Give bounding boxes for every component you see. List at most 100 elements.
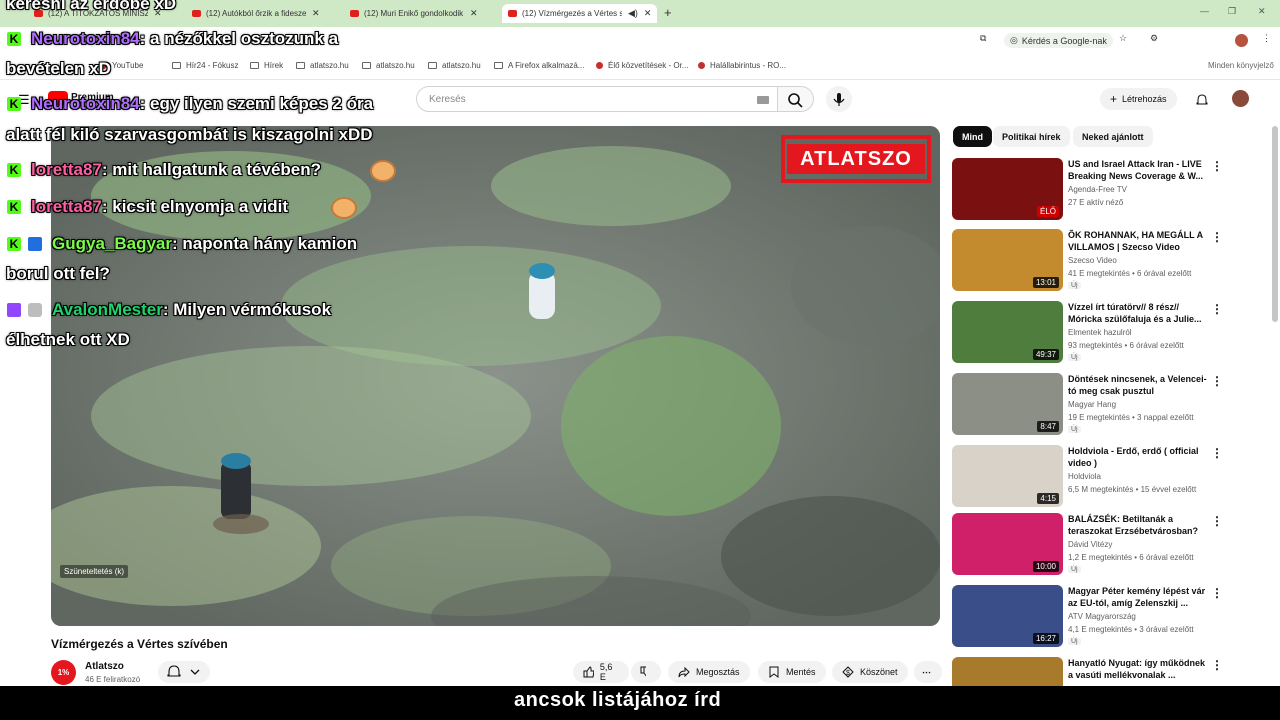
more-actions-button[interactable]: ⋯ — [914, 661, 942, 683]
chat-message-continuation: borul ott fel? — [6, 264, 110, 283]
chat-message-continuation: alatt fél kiló szarvasgombát is kiszagol… — [6, 125, 373, 144]
bookmark-item[interactable]: atlatszo.hu — [428, 61, 481, 70]
video-thumbnail[interactable] — [952, 657, 1063, 686]
video-thumbnail[interactable]: 4:15 — [952, 445, 1063, 507]
subscribed-notifications-button[interactable] — [158, 661, 210, 683]
more-vertical-icon[interactable]: ⋮ — [1211, 658, 1223, 672]
recommendation-item[interactable]: 16:27 Magyar Péter kemény lépést vár az … — [952, 585, 1272, 649]
thumbs-down-icon — [640, 666, 646, 677]
recommendation-item[interactable]: 13:01 ÕK ROHANNAK, HA MEGÁLL A VILLAMOS … — [952, 229, 1272, 293]
more-vertical-icon[interactable]: ⋮ — [1211, 446, 1223, 460]
close-tab-icon[interactable]: ✕ — [312, 8, 320, 19]
recommendation-channel[interactable]: Dávid Vitézy — [1068, 540, 1112, 549]
recommendation-title[interactable]: Holdviola - Erdő, erdő ( official video … — [1068, 445, 1208, 469]
search-button[interactable] — [778, 86, 814, 112]
create-label: Létrehozás — [1122, 94, 1167, 104]
chat-text: : a nézőkkel osztozunk a — [139, 29, 339, 48]
chat-text: : Milyen vérmókusok — [162, 300, 332, 319]
video-thumbnail[interactable]: 13:01 — [952, 229, 1063, 291]
video-thumbnail[interactable]: 16:27 — [952, 585, 1063, 647]
bookmark-item[interactable]: atlatszo.hu — [296, 61, 349, 70]
recommendation-title[interactable]: Hanyatló Nyugat: így működnek a vasúti m… — [1068, 657, 1208, 681]
kick-badge-icon: K — [7, 163, 21, 177]
account-avatar[interactable] — [1232, 90, 1249, 107]
chip-recommended[interactable]: Neked ajánlott — [1073, 126, 1153, 147]
recommendation-title[interactable]: Magyar Péter kemény lépést vár az EU-tól… — [1068, 585, 1208, 609]
recommendation-item[interactable]: Hanyatló Nyugat: így működnek a vasúti m… — [952, 657, 1272, 686]
recommendation-title[interactable]: ÕK ROHANNAK, HA MEGÁLL A VILLAMOS | Szec… — [1068, 229, 1208, 253]
browser-tab-active[interactable]: (12) Vízmérgezés a Vértes szí ◀) ✕ — [502, 4, 658, 23]
recommendation-title[interactable]: BALÁZSÉK: Betiltanák a teraszokat Erzséb… — [1068, 513, 1208, 537]
close-window-icon[interactable]: ✕ — [1258, 6, 1266, 17]
recommendation-item[interactable]: ÉLŐ US and Israel Attack Iran - LIVE Bre… — [952, 158, 1272, 222]
chat-message-continuation: élhetnek ott XD — [6, 330, 130, 349]
recommendation-channel[interactable]: Agenda-Free TV — [1068, 185, 1127, 194]
maximize-icon[interactable]: ❐ — [1228, 6, 1236, 17]
close-tab-icon[interactable]: ✕ — [470, 8, 478, 19]
recommendation-channel[interactable]: Magyar Hang — [1068, 400, 1116, 409]
keyboard-icon[interactable] — [757, 96, 769, 104]
share-button[interactable]: Megosztás — [668, 661, 750, 683]
all-bookmarks-link[interactable]: Minden könyvjelző — [1208, 61, 1274, 70]
chip-all[interactable]: Mind — [953, 126, 992, 147]
bookmark-item[interactable]: Hírek — [250, 61, 283, 70]
chat-username: loretta87 — [31, 197, 102, 216]
recommendation-channel[interactable]: Holdviola — [1068, 472, 1101, 481]
browser-tab[interactable]: (12) Muri Enikő gondolkodik - Y ✕ — [344, 4, 484, 23]
video-thumbnail[interactable]: 49:37 — [952, 301, 1063, 363]
new-tab-icon[interactable]: + — [664, 5, 672, 20]
bookmark-label: Hír24 - Fókusz — [186, 61, 239, 70]
bookmark-item[interactable]: Halállabirintus - RO... — [698, 61, 786, 70]
recommendation-item[interactable]: 49:37 Vízzel írt túratörv// 8 rész// Mór… — [952, 301, 1272, 365]
search-input[interactable]: Keresés — [416, 86, 778, 112]
save-button[interactable]: Mentés — [758, 661, 826, 683]
more-vertical-icon[interactable]: ⋮ — [1211, 159, 1223, 173]
browser-profile-avatar[interactable] — [1235, 34, 1248, 47]
recommendation-channel[interactable]: ATV Magyarország — [1068, 612, 1136, 621]
like-button[interactable]: 5,6 E — [573, 661, 629, 683]
voice-search-button[interactable] — [826, 86, 852, 112]
notifications-bell-icon[interactable] — [1196, 93, 1208, 111]
recommendation-title[interactable]: Döntések nincsenek, a Velencei-tó meg cs… — [1068, 373, 1208, 397]
more-vertical-icon[interactable]: ⋮ — [1211, 374, 1223, 388]
channel-avatar[interactable]: 1% — [51, 660, 76, 685]
more-vertical-icon[interactable]: ⋮ — [1211, 302, 1223, 316]
more-vertical-icon[interactable]: ⋮ — [1211, 514, 1223, 528]
chat-message: loretta87: kicsit elnyomja a vidit — [31, 197, 288, 217]
thanks-button[interactable]: $ Köszönet — [832, 661, 908, 683]
recommendation-item[interactable]: 10:00 BALÁZSÉK: Betiltanák a teraszokat … — [952, 513, 1272, 577]
more-vertical-icon[interactable]: ⋮ — [1211, 586, 1223, 600]
speaker-icon[interactable]: ◀) — [628, 8, 638, 19]
bookmark-item[interactable]: Hír24 - Fókusz — [172, 61, 238, 70]
create-button[interactable]: + Létrehozás — [1100, 88, 1177, 110]
recommendation-item[interactable]: 8:47 Döntések nincsenek, a Velencei-tó m… — [952, 373, 1272, 437]
more-vertical-icon[interactable]: ⋮ — [1211, 230, 1223, 244]
bookmark-item[interactable]: A Firefox alkalmazá... — [494, 61, 584, 70]
chat-text: : mit hallgatunk a tévében? — [101, 160, 322, 179]
bookmark-item[interactable]: Élő közvetítések - Or... — [596, 61, 688, 70]
bookmark-item[interactable]: atlatszo.hu — [362, 61, 415, 70]
recommendation-title[interactable]: US and Israel Attack Iran - LIVE Breakin… — [1068, 158, 1208, 182]
video-thumbnail[interactable]: 10:00 — [952, 513, 1063, 575]
extensions-icon[interactable]: ⚙ — [1150, 33, 1158, 44]
install-icon[interactable]: ⧉ — [980, 33, 986, 44]
dislike-button[interactable] — [631, 661, 661, 683]
recommendation-channel[interactable]: Szecso Video — [1068, 256, 1117, 265]
microphone-icon — [833, 93, 845, 106]
video-thumbnail[interactable]: 8:47 — [952, 373, 1063, 435]
recommendation-title[interactable]: Vízzel írt túratörv// 8 rész// Móricka s… — [1068, 301, 1208, 325]
channel-name[interactable]: Atlatszo — [85, 661, 124, 672]
minimize-icon[interactable]: — — [1200, 6, 1209, 16]
chip-political-news[interactable]: Politikai hírek — [993, 126, 1070, 147]
bookmark-star-icon[interactable]: ☆ — [1119, 33, 1127, 44]
menu-kebab-icon[interactable]: ⋮ — [1262, 33, 1271, 44]
close-tab-icon[interactable]: ✕ — [644, 8, 652, 19]
ask-google-button[interactable]: ◎ Kérdés a Google-nak — [1004, 33, 1113, 48]
page-scrollbar[interactable] — [1272, 126, 1278, 322]
recommendation-channel[interactable]: Elmentek hazulról — [1068, 328, 1132, 337]
recommendation-item[interactable]: 4:15 Holdviola - Erdő, erdő ( official v… — [952, 445, 1272, 509]
video-thumbnail[interactable]: ÉLŐ — [952, 158, 1063, 220]
browser-tab[interactable]: (12) Autókból őrzik a fideszes p ✕ — [186, 4, 326, 23]
subscriber-count: 46 E feliratkozó — [85, 675, 141, 684]
folder-icon — [296, 62, 305, 69]
